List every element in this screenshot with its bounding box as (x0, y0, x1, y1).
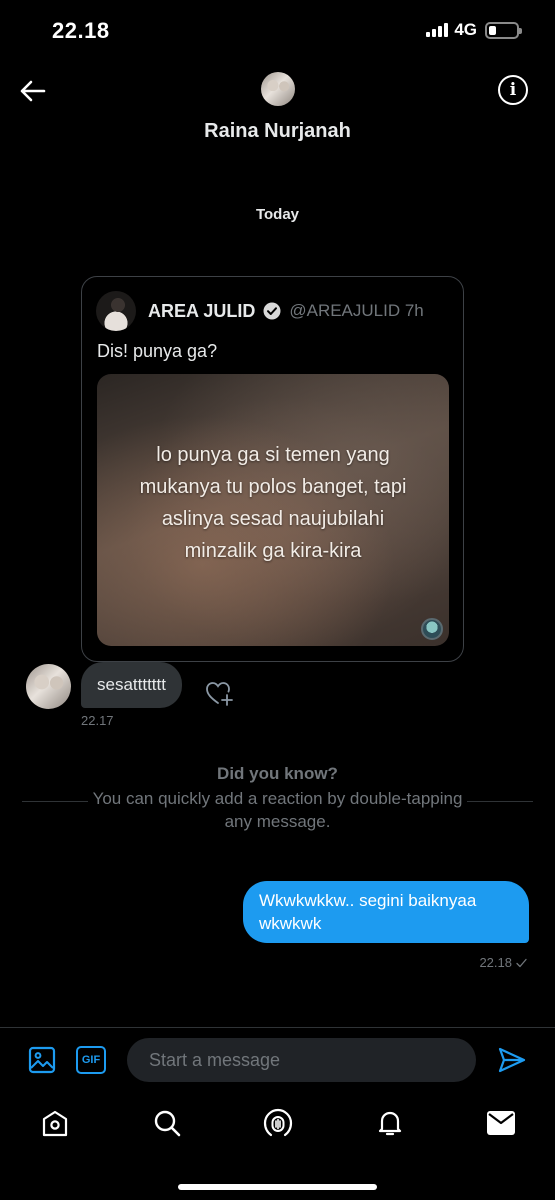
tweet-header: AREA JULID @AREAJULID 7h (96, 291, 424, 331)
did-you-know-tip: Did you know? You can quickly add a reac… (0, 764, 555, 833)
nav-spaces[interactable] (263, 1108, 293, 1138)
back-button[interactable] (18, 76, 48, 106)
search-icon (154, 1110, 181, 1137)
conversation-header: Raina Nurjanah i (0, 60, 555, 170)
battery-level (489, 25, 496, 35)
checkmark-icon (516, 958, 527, 967)
network-label: 4G (454, 20, 477, 39)
tip-divider-left (22, 801, 88, 802)
spaces-icon (263, 1108, 293, 1137)
send-icon (498, 1047, 526, 1073)
bottom-navigation (0, 1100, 555, 1150)
home-indicator (178, 1184, 377, 1190)
status-bar: 22.18 4G (0, 0, 555, 60)
send-button[interactable] (497, 1046, 527, 1074)
contact-name[interactable]: Raina Nurjanah (0, 120, 555, 143)
back-arrow-icon (20, 80, 46, 102)
tip-title: Did you know? (217, 764, 338, 783)
contact-avatar[interactable] (261, 72, 295, 106)
signal-strength-icon (426, 23, 449, 37)
heart-plus-icon (206, 682, 233, 706)
received-message-time: 22.17 (81, 713, 114, 728)
tweet-media-image[interactable]: lo punya ga si temen yang mukanya tu pol… (97, 374, 449, 646)
tweet-media-caption: lo punya ga si temen yang mukanya tu pol… (139, 444, 407, 562)
image-icon (28, 1046, 56, 1074)
battery-icon (485, 21, 522, 39)
tip-body: You can quickly add a reaction by double… (92, 789, 463, 831)
message-composer: GIF (0, 1027, 555, 1091)
messages-icon (487, 1111, 515, 1135)
sent-message-meta: 22.18 (479, 955, 527, 970)
media-watermark-avatar (421, 618, 443, 640)
status-indicators: 4G (426, 20, 522, 40)
date-separator: Today (255, 206, 300, 223)
nav-notifications[interactable] (375, 1108, 405, 1138)
add-reaction-button[interactable] (205, 679, 235, 707)
contact-avatar-image (261, 72, 295, 106)
nav-messages[interactable] (486, 1108, 516, 1138)
tweet-author-name: AREA JULID (148, 300, 256, 321)
received-message-bubble[interactable]: sesattttttt (81, 662, 182, 708)
nav-search[interactable] (152, 1108, 182, 1138)
shared-tweet-card[interactable]: AREA JULID @AREAJULID 7h Dis! punya ga? … (81, 276, 464, 662)
status-time: 22.18 (52, 18, 110, 43)
tip-divider-right (467, 801, 533, 802)
sender-avatar[interactable] (26, 664, 71, 709)
sent-message-text: Wkwkwkkw.. segini baiknyaa wkwkwk (259, 891, 477, 933)
sent-message-bubble[interactable]: Wkwkwkkw.. segini baiknyaa wkwkwk (243, 881, 529, 943)
gif-button[interactable]: GIF (76, 1046, 106, 1074)
nav-home[interactable] (40, 1108, 70, 1138)
tweet-text: Dis! punya ga? (97, 341, 218, 361)
tweet-handle-and-time: @AREAJULID 7h (289, 301, 424, 320)
message-input[interactable] (127, 1038, 476, 1082)
sender-avatar-image (26, 664, 71, 709)
sent-message-time: 22.18 (479, 955, 512, 970)
info-button[interactable]: i (498, 75, 528, 105)
notifications-icon (378, 1111, 402, 1136)
verified-badge-icon (263, 302, 281, 320)
gif-label: GIF (81, 1054, 101, 1066)
received-message-text: sesattttttt (97, 675, 166, 694)
add-media-button[interactable] (28, 1046, 56, 1074)
tweet-author-avatar (96, 291, 136, 331)
home-icon (42, 1110, 68, 1137)
info-icon: i (509, 80, 517, 100)
